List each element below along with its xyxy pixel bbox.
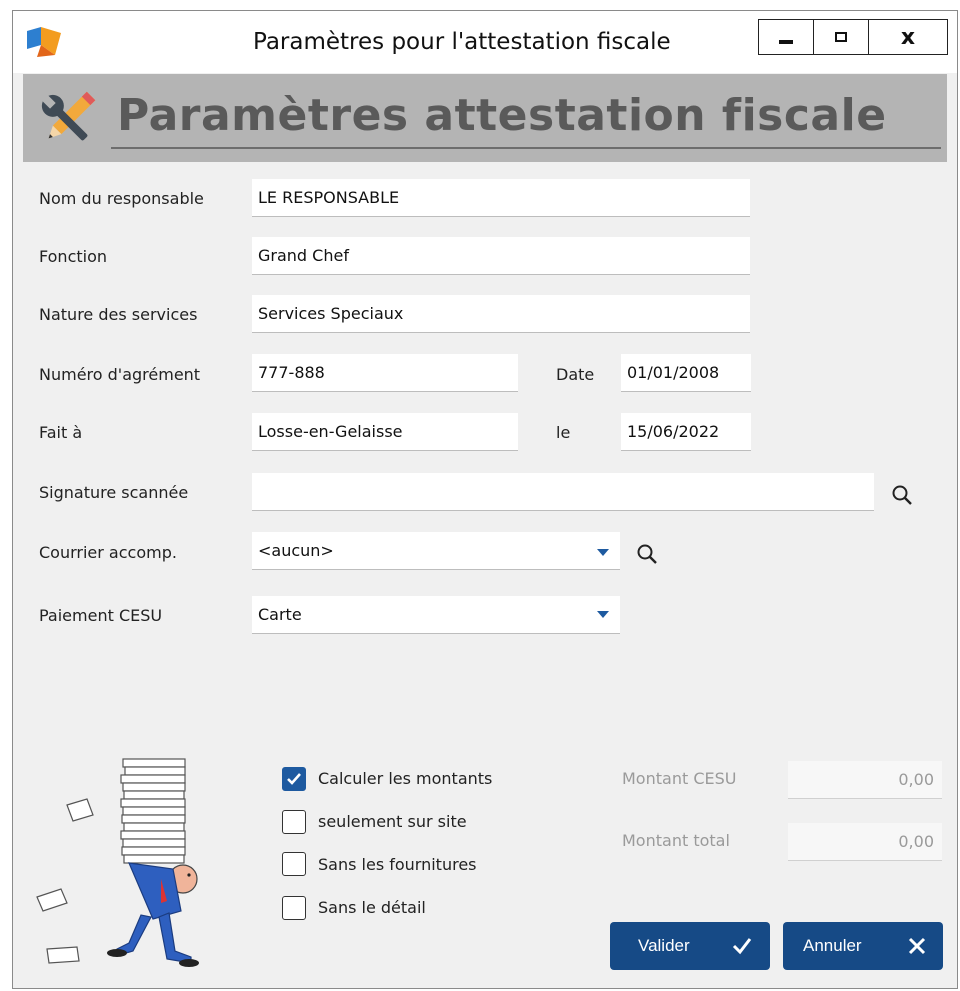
agrement-label: Numéro d'agrément bbox=[39, 365, 201, 384]
close-button[interactable]: x bbox=[868, 19, 948, 55]
minimize-icon bbox=[779, 40, 793, 44]
montant-cesu-field: 0,00 bbox=[788, 761, 942, 799]
site-label: seulement sur site bbox=[318, 812, 467, 831]
banner-underline bbox=[111, 147, 941, 149]
courrier-label: Courrier accomp. bbox=[39, 543, 177, 562]
banner-title: Paramètres attestation fiscale bbox=[117, 90, 887, 141]
maximize-button[interactable] bbox=[813, 19, 869, 55]
courrier-dropdown-icon[interactable] bbox=[597, 549, 609, 556]
detail-checkbox[interactable] bbox=[282, 896, 306, 920]
annuler-label: Annuler bbox=[803, 936, 862, 955]
tools-icon bbox=[41, 91, 96, 141]
paiement-label: Paiement CESU bbox=[39, 606, 163, 625]
le-label: le bbox=[556, 423, 571, 442]
montant-total-field: 0,00 bbox=[788, 823, 942, 861]
calculer-label: Calculer les montants bbox=[318, 769, 493, 788]
cross-icon bbox=[908, 937, 926, 955]
valider-button[interactable]: Valider bbox=[610, 922, 770, 970]
le-date-input[interactable]: 15/06/2022 bbox=[621, 413, 751, 451]
fournitures-checkbox[interactable] bbox=[282, 852, 306, 876]
paiement-select[interactable]: Carte bbox=[252, 596, 620, 634]
montant-cesu-label: Montant CESU bbox=[622, 769, 737, 788]
valider-label: Valider bbox=[638, 936, 690, 955]
paper-carrier-illustration bbox=[36, 758, 199, 967]
window-title: Paramètres pour l'attestation fiscale bbox=[253, 29, 671, 55]
courrier-select[interactable]: <aucun> bbox=[252, 532, 620, 570]
maximize-icon bbox=[835, 32, 847, 42]
nom-label: Nom du responsable bbox=[39, 189, 204, 208]
agrement-input[interactable]: 777-888 bbox=[252, 354, 518, 392]
paiement-dropdown-icon[interactable] bbox=[597, 611, 609, 618]
fonction-input[interactable]: Grand Chef bbox=[252, 237, 750, 275]
signature-label: Signature scannée bbox=[39, 483, 189, 502]
dialog-window: Paramètres pour l'attestation fiscale x bbox=[12, 10, 958, 989]
date-input[interactable]: 01/01/2008 bbox=[621, 354, 751, 392]
checkmark-icon bbox=[732, 938, 752, 955]
minimize-button[interactable] bbox=[758, 19, 814, 55]
nom-input[interactable]: LE RESPONSABLE bbox=[252, 179, 750, 217]
montant-total-label: Montant total bbox=[622, 831, 730, 850]
annuler-button[interactable]: Annuler bbox=[783, 922, 943, 970]
app-logo-icon bbox=[27, 27, 61, 57]
detail-label: Sans le détail bbox=[318, 898, 426, 917]
signature-search-icon[interactable] bbox=[890, 483, 914, 507]
nature-label: Nature des services bbox=[39, 305, 198, 324]
calculer-checkbox[interactable] bbox=[282, 767, 306, 791]
date-label: Date bbox=[556, 365, 595, 384]
fonction-label: Fonction bbox=[39, 247, 108, 266]
header-banner: Paramètres attestation fiscale bbox=[23, 74, 947, 162]
nature-input[interactable]: Services Speciaux bbox=[252, 295, 750, 333]
fait-input[interactable]: Losse-en-Gelaisse bbox=[252, 413, 518, 451]
courrier-search-icon[interactable] bbox=[635, 542, 659, 566]
close-icon: x bbox=[900, 24, 916, 50]
check-icon bbox=[287, 773, 301, 785]
fait-label: Fait à bbox=[39, 423, 83, 442]
signature-input[interactable] bbox=[252, 473, 874, 511]
title-bar[interactable]: Paramètres pour l'attestation fiscale x bbox=[13, 11, 957, 73]
fournitures-label: Sans les fournitures bbox=[318, 855, 477, 874]
site-checkbox[interactable] bbox=[282, 810, 306, 834]
